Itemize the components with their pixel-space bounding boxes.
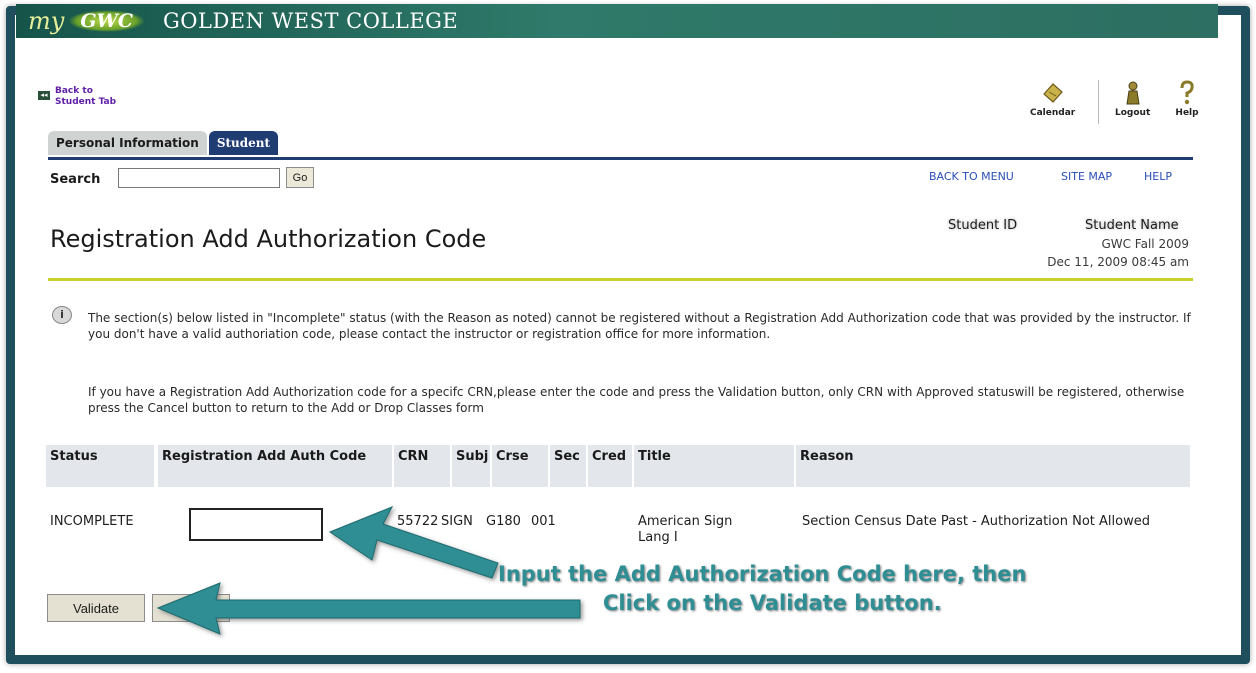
callout-line-1: Input the Add Authorization Code here, t… — [498, 562, 1027, 586]
arrow-to-auth-input — [328, 506, 499, 579]
arrow-to-validate-button — [156, 582, 581, 635]
callout-line-2: Click on the Validate button. — [603, 591, 942, 615]
